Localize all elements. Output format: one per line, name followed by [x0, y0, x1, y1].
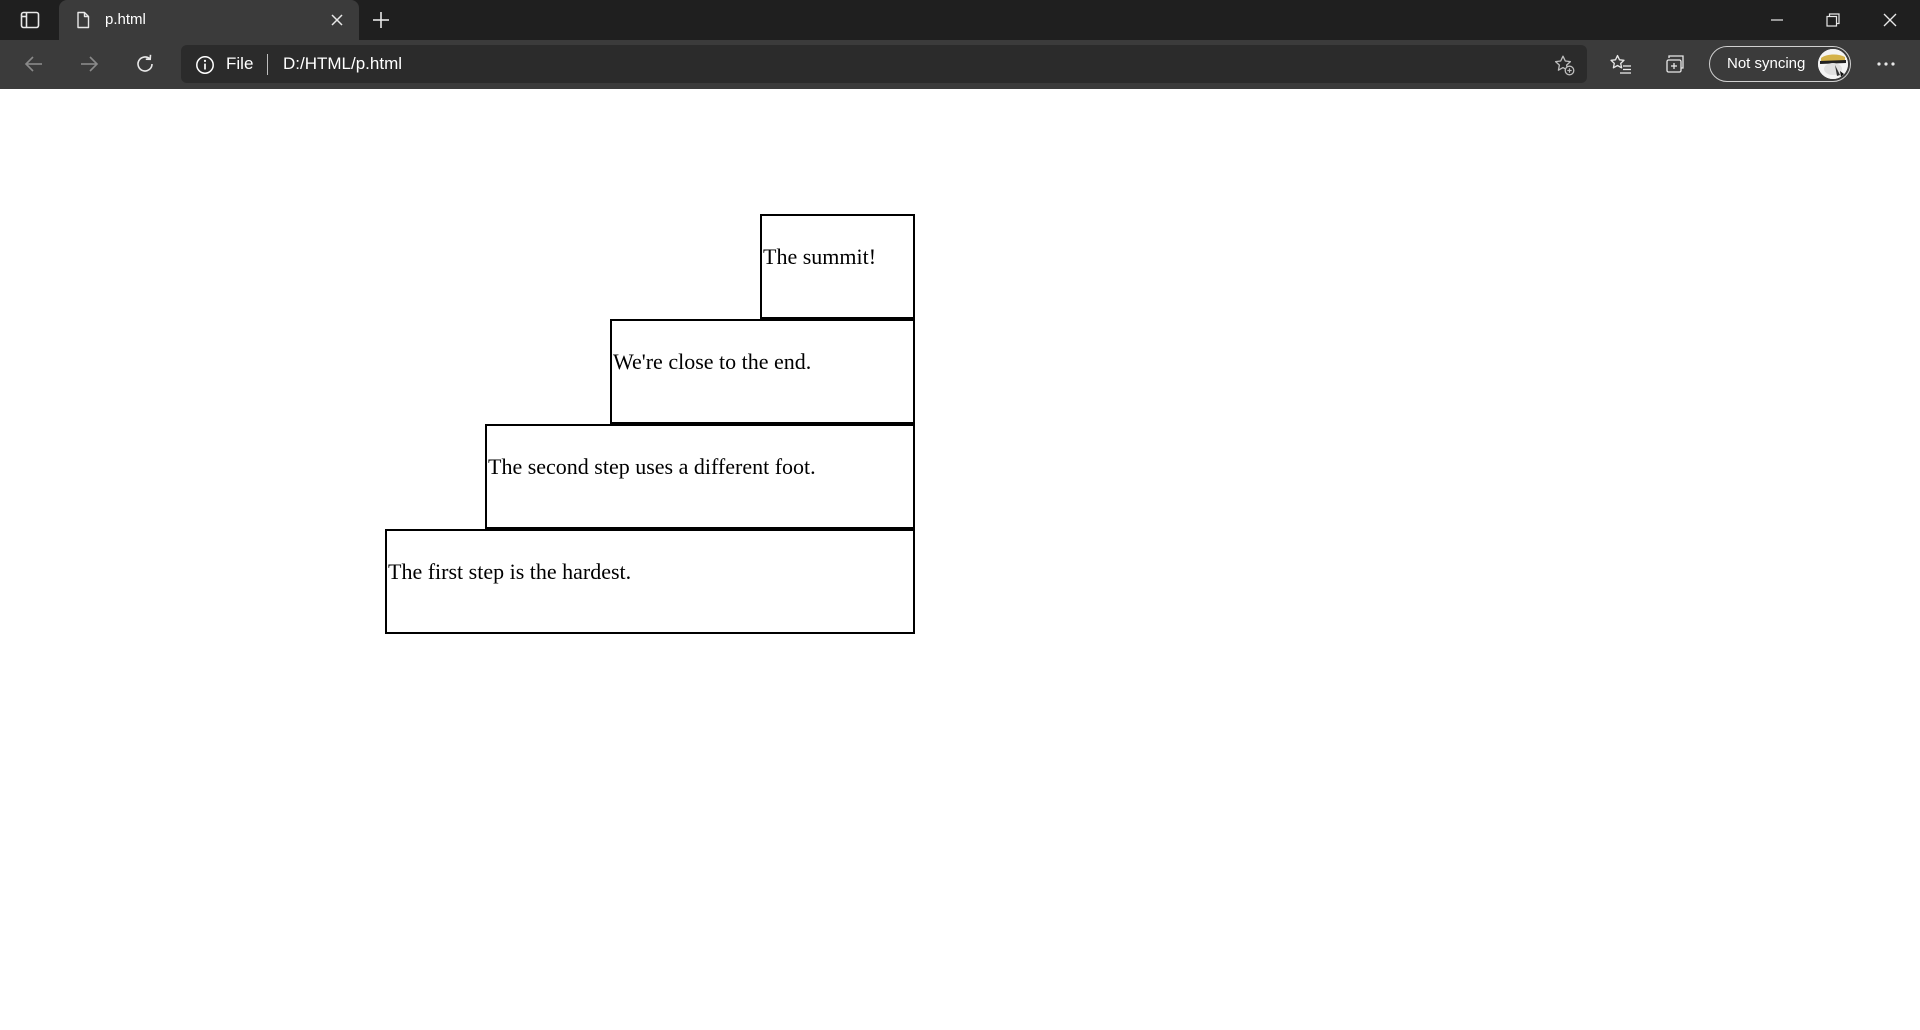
divider: [267, 54, 268, 75]
back-arrow-icon[interactable]: [16, 48, 52, 80]
step-summit: The summit!: [760, 214, 915, 319]
step-close-to-end: We're close to the end.: [610, 319, 915, 424]
close-tab-icon[interactable]: [327, 10, 347, 30]
minimize-icon[interactable]: [1749, 0, 1805, 40]
profile-sync-button[interactable]: Not syncing: [1709, 46, 1851, 82]
step-text: The first step is the hardest.: [388, 559, 632, 584]
restore-icon[interactable]: [1805, 0, 1861, 40]
favorites-icon[interactable]: [1603, 48, 1639, 80]
close-window-icon[interactable]: [1862, 0, 1918, 40]
step-text: The summit!: [763, 244, 877, 269]
more-options-icon[interactable]: [1868, 48, 1904, 80]
tab-strip: p.html: [0, 0, 1920, 40]
active-tab[interactable]: p.html: [59, 0, 359, 40]
step-second: The second step uses a different foot.: [485, 424, 915, 529]
sync-status-label: Not syncing: [1727, 55, 1806, 72]
file-icon: [74, 11, 92, 29]
address-bar[interactable]: File D:/HTML/p.html: [181, 45, 1587, 83]
step-text: The second step uses a different foot.: [488, 454, 816, 479]
info-icon[interactable]: [195, 55, 215, 75]
browser-toolbar: File D:/HTML/p.html Not syncing: [0, 40, 1920, 89]
forward-arrow-icon[interactable]: [71, 48, 107, 80]
page-content: The summit! We're close to the end. The …: [0, 89, 1920, 1030]
tab-actions-icon[interactable]: [14, 8, 46, 32]
collections-icon[interactable]: [1658, 48, 1694, 80]
refresh-icon[interactable]: [127, 48, 163, 80]
avatar: [1818, 49, 1848, 79]
tab-title: p.html: [105, 11, 146, 28]
add-favorite-icon[interactable]: [1553, 54, 1575, 76]
file-scheme-label: File: [226, 54, 254, 73]
url-text[interactable]: D:/HTML/p.html: [283, 54, 402, 74]
new-tab-icon[interactable]: [366, 6, 396, 34]
step-first: The first step is the hardest.: [385, 529, 915, 634]
step-text: We're close to the end.: [613, 349, 812, 374]
